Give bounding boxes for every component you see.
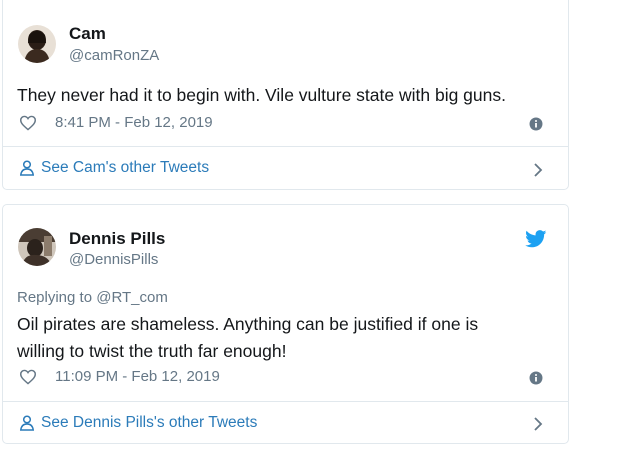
see-other-tweets-link[interactable]: See Cam's other Tweets [19, 159, 209, 177]
heart-icon[interactable] [19, 369, 37, 385]
avatar[interactable] [18, 25, 56, 63]
see-other-tweets-label: See Cam's other Tweets [41, 159, 210, 176]
timestamp[interactable]: 8:41 PM - Feb 12, 2019 [55, 114, 213, 131]
display-name[interactable]: Dennis Pills [69, 229, 165, 249]
tweet-text: Oil pirates are shameless. Anything can … [17, 311, 478, 365]
tweet-meta: 8:41 PM - Feb 12, 2019 [19, 114, 213, 131]
user-handle[interactable]: @camRonZA [69, 47, 159, 64]
avatar[interactable] [18, 228, 56, 266]
user-handle[interactable]: @DennisPills [69, 251, 158, 268]
tweet-text-line: willing to twist the truth far enough! [17, 341, 287, 361]
tweet-meta: 11:09 PM - Feb 12, 2019 [19, 368, 220, 385]
info-icon[interactable] [529, 371, 543, 385]
tweet-text-line: Oil pirates are shameless. Anything can … [17, 314, 479, 334]
tweet-text: They never had it to begin with. Vile vu… [17, 82, 506, 109]
person-icon [19, 415, 35, 431]
display-name[interactable]: Cam [69, 24, 106, 44]
see-other-tweets-label: See Dennis Pills's other Tweets [41, 414, 258, 431]
chevron-right-icon[interactable] [532, 162, 544, 178]
divider [3, 146, 568, 147]
twitter-logo-icon[interactable] [525, 230, 547, 248]
person-icon [19, 160, 35, 176]
chevron-right-icon[interactable] [532, 416, 544, 432]
replying-to[interactable]: Replying to @RT_com [17, 289, 168, 306]
info-icon[interactable] [529, 117, 543, 131]
heart-icon[interactable] [19, 115, 37, 131]
tweet-card: Cam @camRonZA They never had it to begin… [2, 0, 569, 190]
timestamp[interactable]: 11:09 PM - Feb 12, 2019 [55, 368, 220, 385]
tweet-card: Dennis Pills @DennisPills Replying to @R… [2, 204, 569, 444]
see-other-tweets-link[interactable]: See Dennis Pills's other Tweets [19, 414, 257, 432]
tweet-text-line: They never had it to begin with. Vile vu… [17, 85, 506, 105]
divider [3, 401, 568, 402]
